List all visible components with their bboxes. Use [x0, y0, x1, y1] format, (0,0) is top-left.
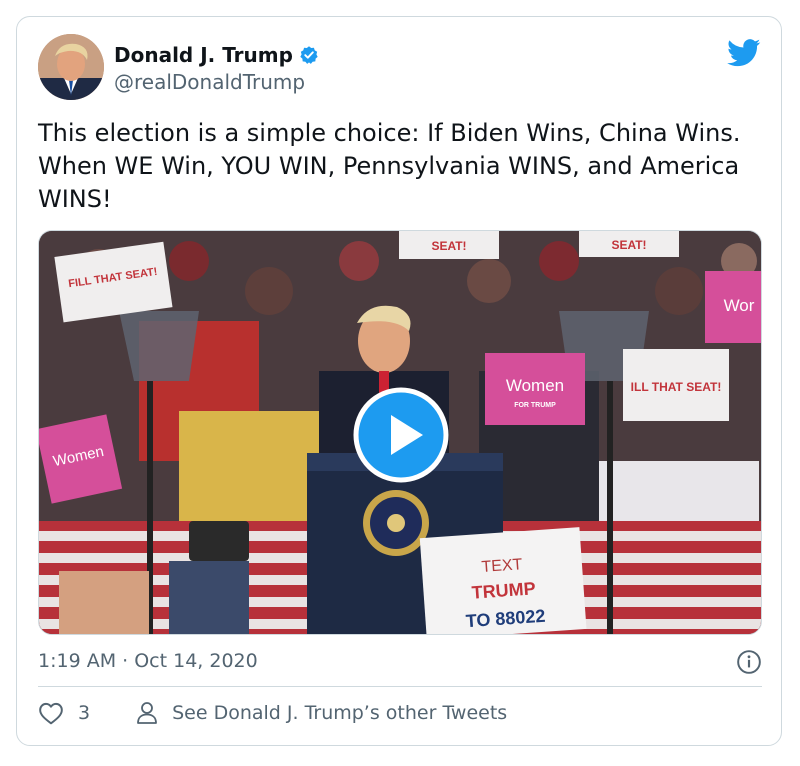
sign-fill-that-seat-right: ILL THAT SEAT! — [631, 380, 722, 394]
like-button[interactable]: 3 — [38, 701, 90, 725]
sign-seat-top-left: SEAT! — [431, 239, 466, 253]
video-thumbnail[interactable]: FILL THAT SEAT! SEAT! SEAT! Women Women … — [38, 230, 762, 635]
embedded-tweet-card: Donald J. Trump @realDonaldTrump This el… — [16, 16, 782, 746]
author-name[interactable]: Donald J. Trump — [114, 43, 293, 67]
sign-seat-top-right: SEAT! — [611, 238, 646, 252]
sign-for-trump-center: FOR TRUMP — [514, 402, 556, 409]
play-icon[interactable] — [353, 387, 449, 483]
like-count: 3 — [78, 702, 91, 724]
heart-icon — [39, 702, 63, 725]
other-tweets-link[interactable]: See Donald J. Trump’s other Tweets — [136, 701, 507, 725]
twitter-bird-icon[interactable] — [727, 39, 761, 67]
tweet-actions: 3 See Donald J. Trump’s other Tweets — [38, 701, 507, 725]
tweet-timestamp[interactable]: 1:19 AM · Oct 14, 2020 — [38, 650, 258, 672]
other-tweets-label: See Donald J. Trump’s other Tweets — [172, 702, 508, 724]
avatar[interactable] — [38, 34, 104, 100]
info-icon[interactable] — [736, 649, 762, 675]
verified-badge-icon — [300, 46, 318, 64]
author-handle[interactable]: @realDonaldTrump — [114, 70, 305, 94]
sign-text-line1: TEXT — [481, 556, 523, 576]
sign-women-right: Wor — [724, 296, 755, 315]
author-name-row: Donald J. Trump — [114, 43, 319, 67]
divider — [38, 686, 762, 687]
person-icon — [137, 702, 157, 724]
sign-women-center: Women — [506, 376, 564, 395]
tweet-text: This election is a simple choice: If Bid… — [38, 119, 741, 213]
